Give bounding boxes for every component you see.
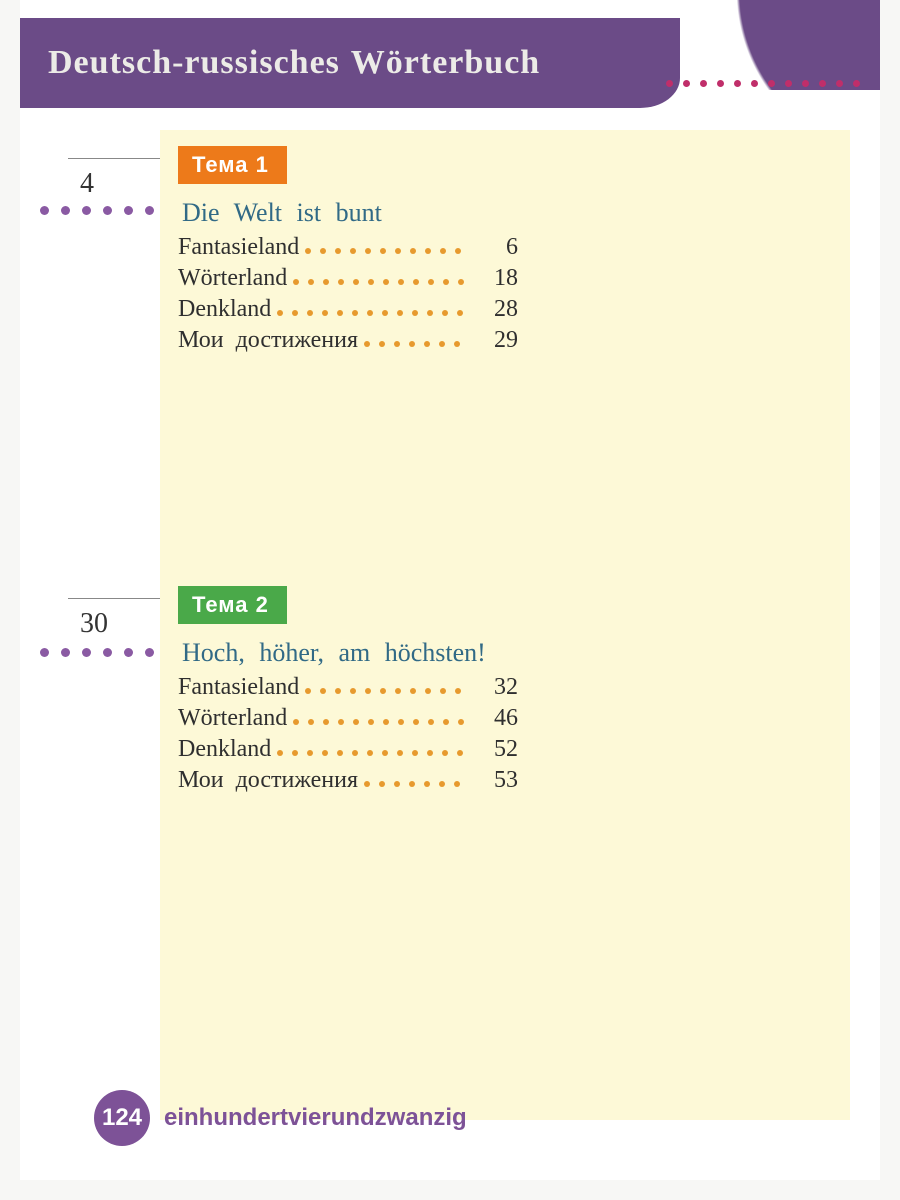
toc-label: Denkland [178,736,271,763]
side-rule [68,598,160,599]
page-title: Deutsch-russisches Wörterbuch [48,44,540,82]
toc-page: 53 [472,767,518,794]
toc-section: Тема 2 Hoch, höher, am höchsten! Fantasi… [178,586,820,798]
leader-dots [293,277,466,287]
toc-page: 52 [472,736,518,763]
theme-tag: Тема 2 [178,586,287,624]
toc-row: Мои достижения 53 [178,767,518,794]
toc-label: Denkland [178,296,271,323]
side-dots-decoration [40,648,160,657]
leader-dots [277,308,466,318]
toc-label: Мои достижения [178,767,358,794]
toc-label: Fantasieland [178,234,299,261]
toc-page: 29 [472,327,518,354]
toc-page: 18 [472,265,518,292]
toc-label: Wörterland [178,705,287,732]
toc-row: Fantasieland 32 [178,674,518,701]
footer: 124 einhundertvierundzwanzig [94,1090,467,1146]
toc-row: Wörterland 18 [178,265,518,292]
section-title: Hoch, höher, am höchsten! [182,638,820,668]
theme-tag: Тема 1 [178,146,287,184]
page-number-word: einhundertvierundzwanzig [164,1104,467,1132]
leader-dots [277,748,466,758]
toc-row: Denkland 52 [178,736,518,763]
toc-label: Wörterland [178,265,287,292]
header-dots-decoration [660,80,860,87]
leader-dots [305,246,466,256]
toc-row: Denkland 28 [178,296,518,323]
leader-dots [364,339,466,349]
side-rule [68,158,160,159]
toc-page: 46 [472,705,518,732]
toc-row: Мои достижения 29 [178,327,518,354]
toc-label: Fantasieland [178,674,299,701]
section-title: Die Welt ist bunt [182,198,820,228]
header-corner-decoration [620,0,880,90]
leader-dots [364,779,466,789]
toc-page: 28 [472,296,518,323]
leader-dots [293,717,466,727]
toc-row: Fantasieland 6 [178,234,518,261]
toc-page: 32 [472,674,518,701]
page: Deutsch-russisches Wörterbuch 4 Тема 1 D… [20,0,880,1180]
toc-section: Тема 1 Die Welt ist bunt Fantasieland 6 … [178,146,820,358]
leader-dots [305,686,466,696]
toc-row: Wörterland 46 [178,705,518,732]
side-page-number: 30 [80,608,108,640]
side-page-number: 4 [80,168,94,200]
page-number-badge: 124 [94,1090,150,1146]
toc-label: Мои достижения [178,327,358,354]
side-dots-decoration [40,206,160,215]
header-banner: Deutsch-russisches Wörterbuch [20,18,680,108]
toc-page: 6 [472,234,518,261]
